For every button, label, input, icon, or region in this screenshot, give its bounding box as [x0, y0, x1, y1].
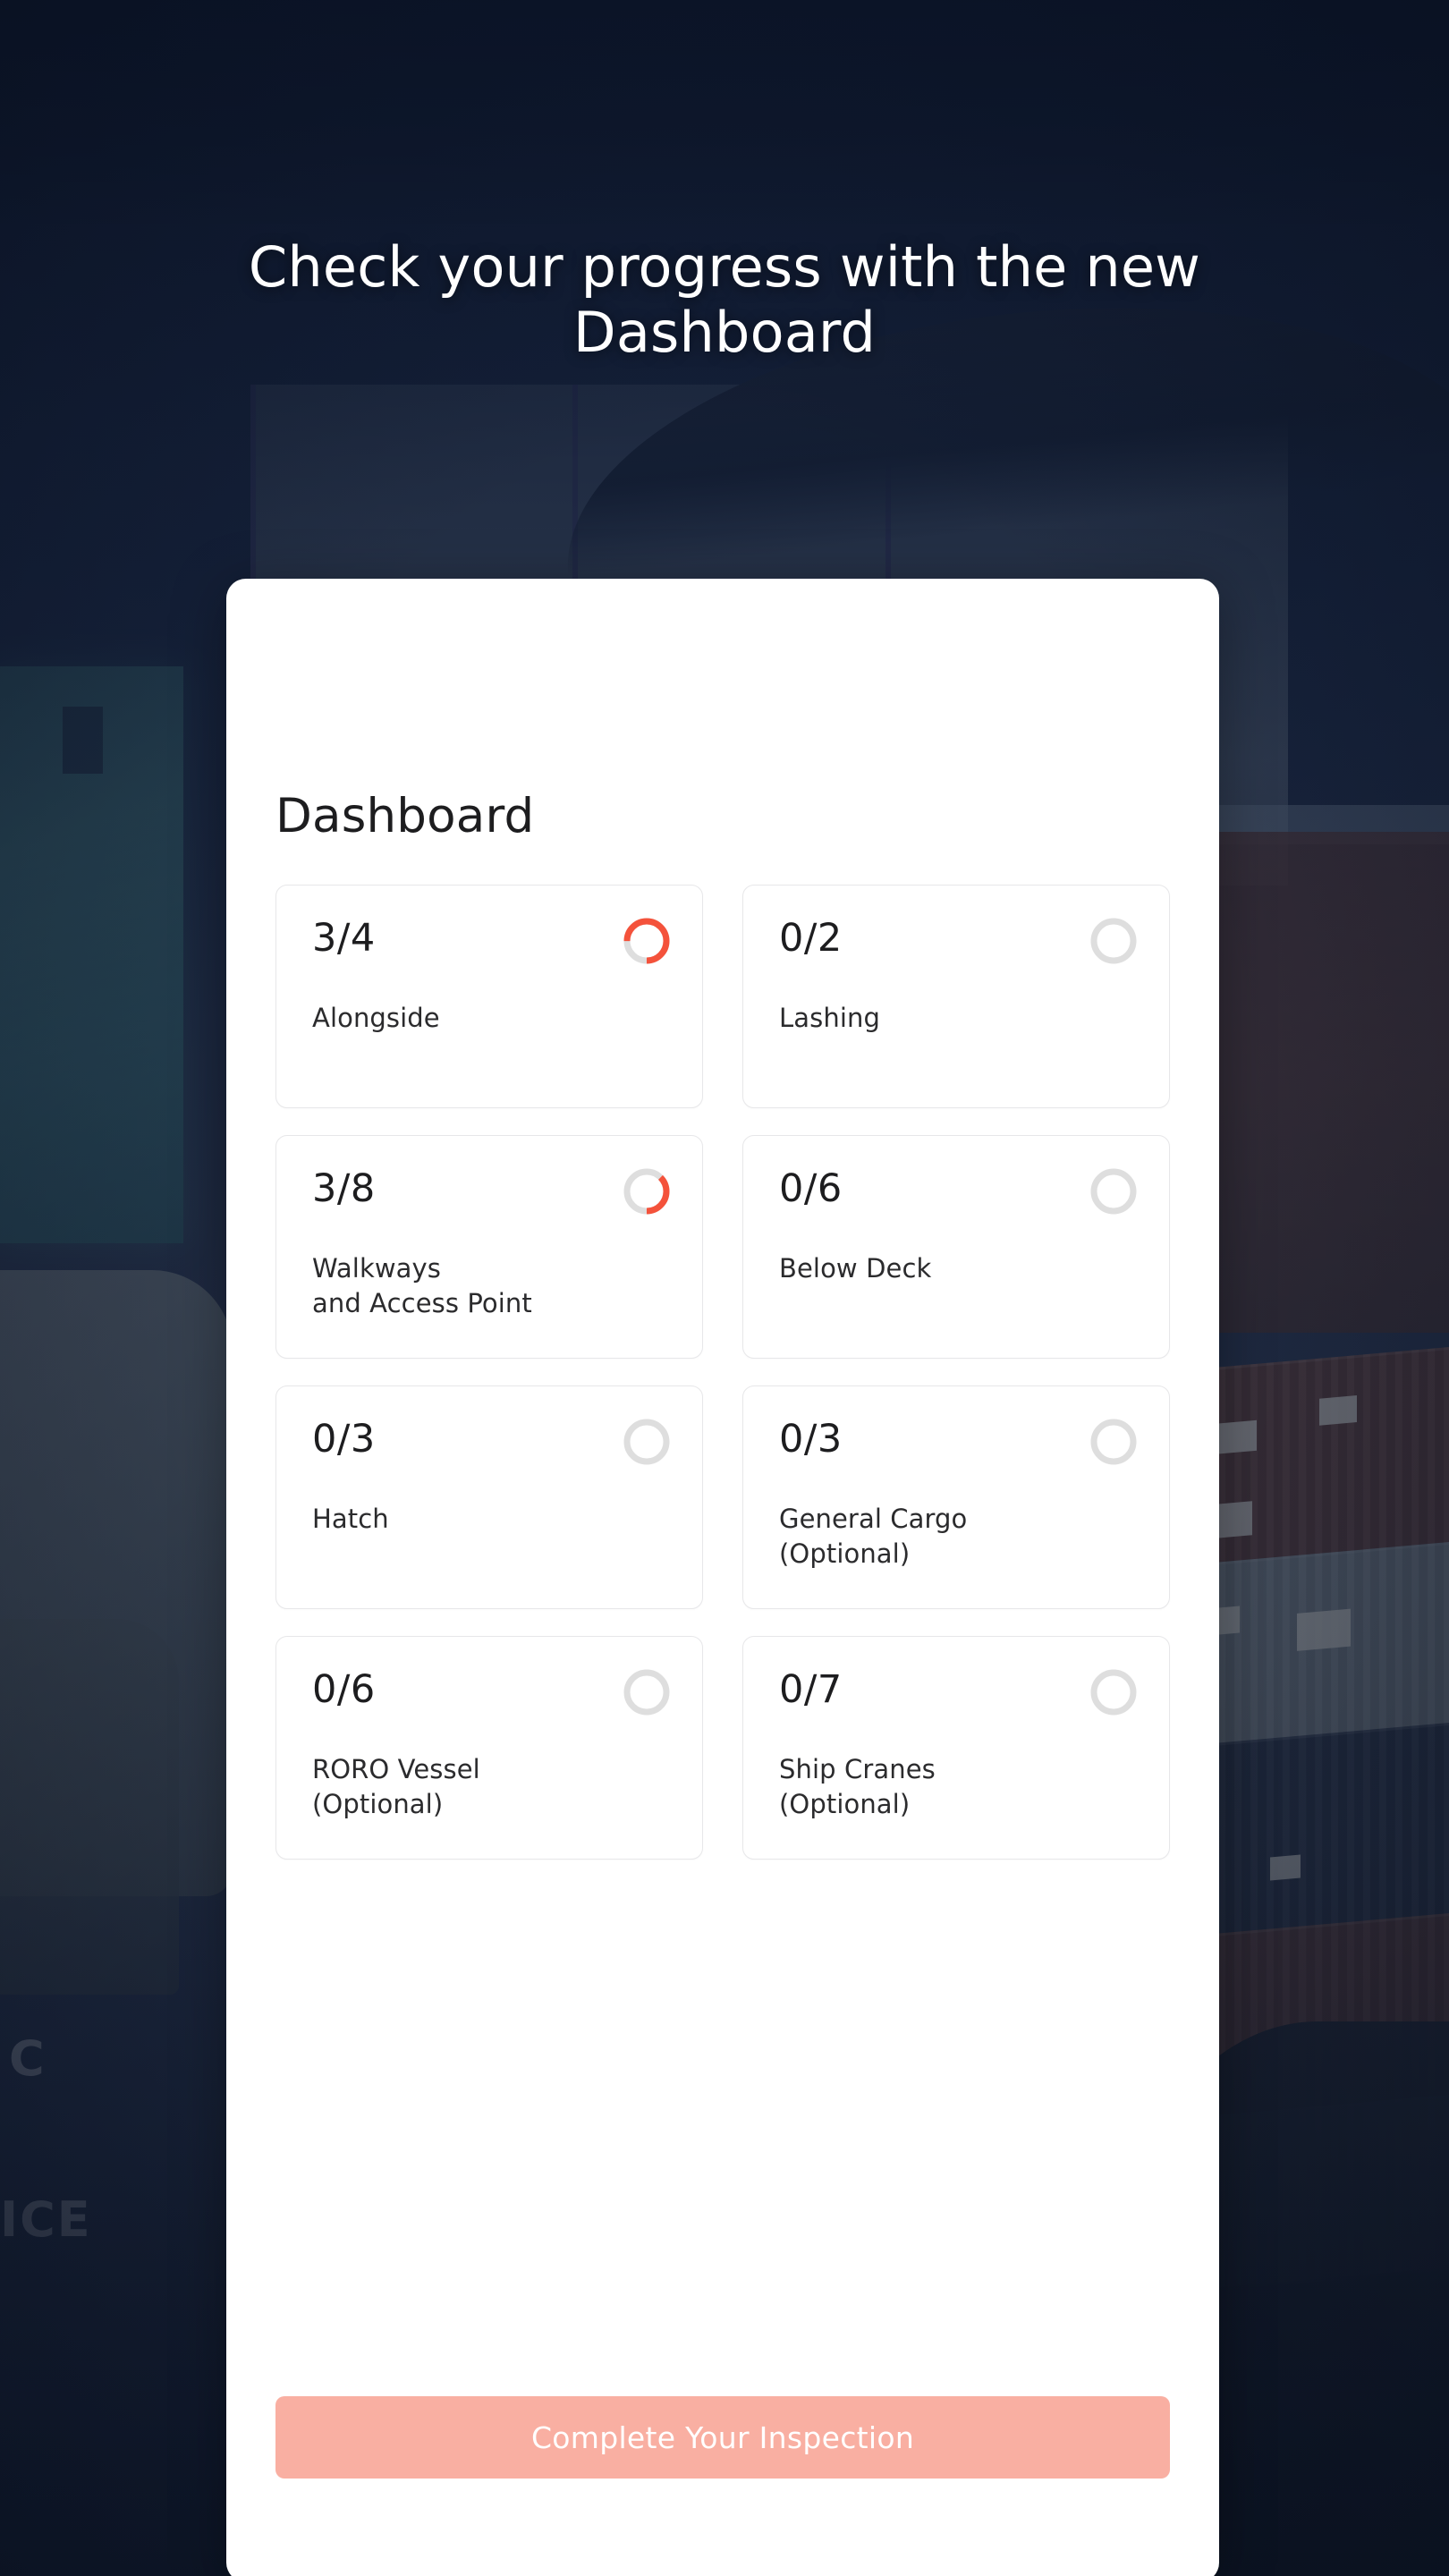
dashboard-card[interactable]: 3/8 Walkways and Access Point — [275, 1135, 703, 1359]
card-label: Below Deck — [779, 1253, 932, 1284]
card-label: RORO Vessel (Optional) — [312, 1754, 480, 1820]
dashboard-card[interactable]: 0/6 RORO Vessel (Optional) — [275, 1636, 703, 1860]
dashboard-card[interactable]: 0/6 Below Deck — [742, 1135, 1170, 1359]
card-count: 0/2 — [779, 916, 843, 961]
progress-ring-icon — [622, 1417, 672, 1467]
dashboard-card[interactable]: 0/2 Lashing — [742, 885, 1170, 1108]
dashboard-card[interactable]: 3/4 Alongside — [275, 885, 703, 1108]
card-label: Hatch — [312, 1504, 389, 1534]
card-count: 0/3 — [779, 1417, 843, 1462]
dashboard-sheet: Dashboard 3/4 Alongside 0/2 Lashing 3/8 Walkw… — [226, 579, 1219, 2576]
dashboard-card-grid: 3/4 Alongside 0/2 Lashing 3/8 Walkways and Ac… — [275, 885, 1170, 1860]
card-count: 0/3 — [312, 1417, 376, 1462]
progress-ring-icon — [622, 1166, 672, 1216]
card-count: 3/4 — [312, 916, 376, 961]
progress-ring-icon — [622, 1667, 672, 1717]
card-label: Lashing — [779, 1003, 880, 1033]
card-count: 0/6 — [312, 1667, 376, 1712]
card-label: Ship Cranes (Optional) — [779, 1754, 936, 1820]
card-label: Alongside — [312, 1003, 440, 1033]
card-label: Walkways and Access Point — [312, 1253, 532, 1319]
page-headline: Check your progress with the new Dashboa… — [248, 234, 1201, 366]
dashboard-card[interactable]: 0/3 Hatch — [275, 1385, 703, 1609]
progress-ring-icon — [1089, 916, 1139, 966]
progress-ring-icon — [1089, 1417, 1139, 1467]
complete-inspection-button[interactable]: Complete Your Inspection — [275, 2396, 1170, 2479]
card-count: 0/7 — [779, 1667, 843, 1712]
app-root: C ICE Check your progress with the new D… — [0, 0, 1449, 2576]
progress-ring-icon — [1089, 1166, 1139, 1216]
progress-ring-icon — [1089, 1667, 1139, 1717]
progress-ring-icon — [622, 916, 672, 966]
page-title: Dashboard — [275, 789, 535, 843]
card-label: General Cargo (Optional) — [779, 1504, 968, 1570]
dashboard-card[interactable]: 0/3 General Cargo (Optional) — [742, 1385, 1170, 1609]
card-count: 3/8 — [312, 1166, 376, 1211]
dashboard-card[interactable]: 0/7 Ship Cranes (Optional) — [742, 1636, 1170, 1860]
card-count: 0/6 — [779, 1166, 843, 1211]
